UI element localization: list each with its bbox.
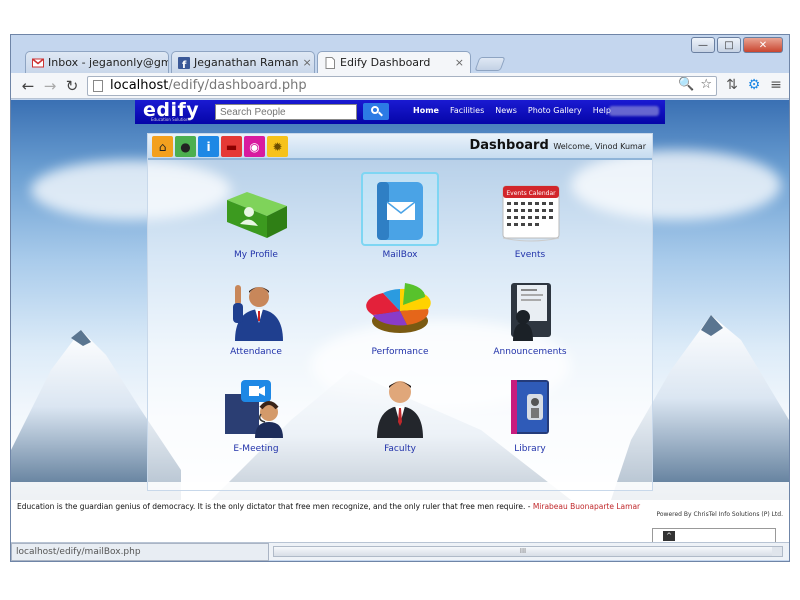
new-tab-button[interactable] (474, 57, 506, 71)
bookmark-star-icon[interactable]: ☆ (700, 77, 712, 92)
calendar-icon: Events Calendar (502, 185, 560, 242)
tile-label: Announcements (493, 347, 567, 357)
scrollbar-thumb[interactable]: III (274, 547, 772, 556)
tile-mailbox[interactable]: MailBox (350, 172, 450, 260)
user-name-blurred (609, 106, 659, 116)
search-people-input[interactable] (215, 104, 357, 120)
page-viewport: edify Education Solutions Home Facilitie… (11, 100, 789, 543)
menu-photo-gallery[interactable]: Photo Gallery (528, 106, 582, 115)
tile-label: Events (514, 250, 546, 260)
reload-icon[interactable]: ↻ (63, 77, 81, 95)
folder-icon[interactable]: ▬ (221, 136, 242, 157)
dashboard-header: ⌂ ● i ▬ ◉ ✹ Dashboard Welcome, Vinod Kum… (148, 134, 652, 160)
status-url: localhost/edify/mailBox.php (11, 543, 269, 561)
browser-window: — □ ✕ Inbox - jeganonly@gmail. × f Jegan… (10, 34, 790, 562)
url-path: /edify/dashboard.php (168, 78, 307, 93)
footer-quote: Education is the guardian genius of demo… (17, 502, 640, 511)
back-to-top-button[interactable]: ^ (663, 531, 675, 541)
tile-label: Library (514, 444, 546, 454)
tab-strip: Inbox - jeganonly@gmail. × f Jeganathan … (25, 51, 585, 74)
tile-events[interactable]: Events Calendar Events (480, 182, 580, 260)
library-book-icon (511, 380, 549, 434)
quote-text: Education is the guardian genius of demo… (17, 502, 531, 511)
translate-icon[interactable]: ⇅ (723, 77, 741, 93)
tile-label: Faculty (384, 444, 416, 454)
user-icon[interactable]: ● (175, 136, 196, 157)
pie-chart-icon (366, 283, 431, 333)
mailbox-icon (361, 172, 439, 246)
browser-toolbar: ← → ↻ localhost/edify/dashboard.php 🔍 ☆ … (11, 73, 789, 99)
tile-label: E-Meeting (233, 444, 279, 454)
tile-label: My Profile (234, 250, 278, 260)
welcome-text: Welcome, Vinod Kumar (553, 142, 646, 151)
extension-icon[interactable]: ⚙ (745, 77, 763, 93)
close-tab-icon[interactable]: × (303, 56, 312, 69)
faculty-person-icon (377, 381, 423, 438)
tab-facebook[interactable]: f Jeganathan Raman × (171, 51, 315, 73)
settings-icon[interactable]: ✹ (267, 136, 288, 157)
back-to-top-box: ^ (652, 528, 776, 543)
tab-gmail[interactable]: Inbox - jeganonly@gmail. × (25, 51, 169, 73)
tile-label: MailBox (382, 250, 418, 260)
site-header: edify Education Solutions Home Facilitie… (135, 100, 665, 124)
gmail-icon (32, 58, 44, 68)
close-tab-icon[interactable]: × (455, 56, 464, 69)
tile-faculty[interactable]: Faculty (350, 376, 450, 454)
attendance-person-icon (233, 285, 283, 341)
maximize-button[interactable]: □ (717, 37, 741, 53)
menu-news[interactable]: News (495, 106, 517, 115)
forward-arrow-icon[interactable]: → (41, 77, 59, 95)
powered-by: Powered By ChrisTel Info Solutions (P) L… (656, 511, 783, 518)
dashboard-title: Dashboard Welcome, Vinod Kumar (469, 138, 646, 153)
mouse-icon[interactable]: ◉ (244, 136, 265, 157)
status-bar: localhost/edify/mailBox.php III (11, 542, 789, 561)
folder-profile-icon (227, 192, 287, 238)
main-menu: Home Facilities News Photo Gallery Help (413, 106, 611, 115)
tile-e-meeting[interactable]: E-Meeting (206, 376, 306, 454)
horizontal-scrollbar[interactable]: III (273, 546, 783, 557)
tile-label: Performance (371, 347, 429, 357)
tile-library[interactable]: Library (480, 376, 580, 454)
tab-label: Edify Dashboard (340, 56, 431, 69)
logo-tagline: Education Solutions (151, 117, 191, 122)
back-arrow-icon[interactable]: ← (19, 77, 37, 95)
calendar-header-text: Events Calendar (506, 190, 556, 197)
tab-label: Inbox - jeganonly@gmail. (48, 56, 169, 69)
tile-attendance[interactable]: Attendance (206, 279, 306, 357)
tile-announcements[interactable]: Announcements (480, 279, 580, 357)
tile-label: Attendance (230, 347, 282, 357)
menu-facilities[interactable]: Facilities (450, 106, 484, 115)
browser-menu-icon[interactable]: ≡ (767, 77, 785, 93)
address-bar[interactable]: localhost/edify/dashboard.php 🔍 ☆ (87, 76, 717, 96)
menu-home[interactable]: Home (413, 106, 439, 115)
dashboard-title-text: Dashboard (469, 138, 549, 153)
dashboard-panel: ⌂ ● i ▬ ◉ ✹ Dashboard Welcome, Vinod Kum… (147, 133, 653, 491)
video-meeting-icon (225, 380, 283, 438)
minimize-button[interactable]: — (691, 37, 715, 53)
tile-my-profile[interactable]: My Profile (206, 182, 306, 260)
quote-author: Mirabeau Buonaparte Lamar (532, 502, 641, 511)
announcements-icon (511, 283, 551, 341)
url-host: localhost (110, 78, 169, 93)
facebook-icon: f (178, 57, 190, 69)
window-controls: — □ ✕ (691, 37, 783, 53)
info-icon[interactable]: i (198, 136, 219, 157)
close-window-button[interactable]: ✕ (743, 37, 783, 53)
tab-label: Jeganathan Raman (194, 56, 299, 69)
page-icon (325, 57, 335, 69)
page-icon (93, 80, 103, 92)
zoom-icon[interactable]: 🔍 (678, 77, 694, 92)
svg-text:f: f (182, 60, 187, 69)
tile-performance[interactable]: Performance (350, 279, 450, 357)
tab-edify-dashboard[interactable]: Edify Dashboard × (317, 51, 471, 74)
quick-icons: ⌂ ● i ▬ ◉ ✹ (152, 136, 288, 157)
home-icon[interactable]: ⌂ (152, 136, 173, 157)
search-button[interactable] (363, 103, 389, 120)
